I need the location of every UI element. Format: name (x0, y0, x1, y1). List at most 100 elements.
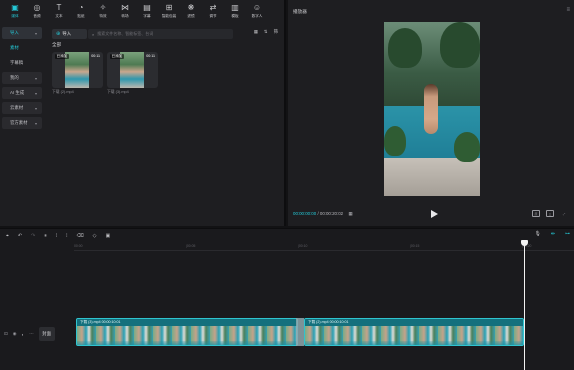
ruler-tick: 00:00 (74, 244, 83, 248)
media-icon: ▣ (11, 3, 19, 12)
sort-button[interactable]: ⇅ (264, 29, 268, 35)
added-tag: 已添加 (55, 54, 69, 59)
player-panel: 播放器 ≡ 00:00:00:00 / 00:00:20:02 ▦ 原 ◻ ⤢ (288, 0, 574, 226)
snapshot-icon[interactable]: ◻ (546, 210, 554, 217)
side-nav-label: 字幕稿 (10, 60, 24, 65)
import-button[interactable]: ⊕ 导入 (52, 29, 87, 39)
side-nav-item[interactable]: 导入 ▾ (2, 27, 42, 39)
split-icon[interactable]: ⏸ (44, 233, 47, 239)
snap-icon[interactable]: ⊶ (565, 231, 570, 237)
delete-icon[interactable]: ⌫ (77, 233, 84, 239)
side-nav-label: 云素材 (10, 105, 24, 110)
fullscreen-icon[interactable]: ⤢ (560, 210, 568, 217)
import-label: 导入 (62, 31, 71, 36)
side-nav-label: 导入 (10, 30, 19, 35)
timeline-clip[interactable]: 下载 (2).mp4 00:00:10:01 (304, 318, 524, 346)
plant-shape (454, 132, 480, 162)
toolbar-tab-adjust[interactable]: ⇄ 调节 (202, 0, 224, 22)
link-icon[interactable]: ⇹ (551, 231, 555, 237)
side-nav-label: 我的 (10, 75, 19, 80)
smart-pack-icon: ⊞ (165, 3, 173, 12)
asset-toolbar: ▣ 媒体 ◎ 音频 T 文本 ◔ 贴纸 ✧ 特效 ⋈ 转场 ▤ 字幕 ⊞ 智能包装 ❋ 滤镜 ⇄ 调节 ▥ 模板 ☺ 数字人 (0, 0, 286, 22)
more-icon[interactable]: ⋯ (29, 331, 33, 337)
grid-view-icon[interactable]: ▦ (254, 29, 258, 35)
side-nav-item[interactable]: 官方素材 ▾ (2, 117, 42, 129)
ruler-tick: |00:10 (298, 244, 308, 248)
player-right-controls: 原 ◻ ⤢ (532, 210, 568, 217)
toolbar-tab-caption[interactable]: ▤ 字幕 (136, 0, 158, 22)
avatar-icon: ☺ (252, 3, 262, 12)
media-clip-card[interactable]: 已添加 00:11 (52, 52, 103, 88)
undo-icon[interactable]: ↶ (18, 233, 22, 239)
clip-label: 下载 (3).mp4 00:00:10:01 (77, 319, 297, 326)
toolbar-tab-text[interactable]: T 文本 (48, 0, 70, 22)
duration-tag: 00:11 (91, 54, 100, 58)
search-icon: ⌕ (92, 31, 95, 37)
timeline-clip[interactable]: 下载 (3).mp4 00:00:10:01 (76, 318, 298, 346)
toolbar-tab-smart-pack[interactable]: ⊞ 智能包装 (158, 0, 180, 22)
lock-icon[interactable]: ⊡ (4, 331, 8, 337)
sticker-icon: ◔ (78, 3, 84, 12)
media-panel: ▣ 媒体 ◎ 音频 T 文本 ◔ 贴纸 ✧ 特效 ⋈ 转场 ▤ 字幕 ⊞ 智能包装 ❋ 滤镜 ⇄ 调节 ▥ 模板 ☺ 数字人 … (0, 0, 286, 226)
text-icon: T (56, 3, 62, 12)
toolbar-tab-label: 调节 (209, 14, 217, 18)
clip-name: 下载 (2).mp4 (52, 90, 74, 94)
toolbar-tab-label: 字幕 (143, 14, 151, 18)
menu-icon[interactable]: ≡ (566, 7, 570, 13)
clip-filmstrip (77, 326, 297, 345)
player-title: 播放器 (293, 9, 307, 14)
toolbar-tab-filter[interactable]: ❋ 滤镜 (180, 0, 202, 22)
crop-icon[interactable]: ▣ (105, 233, 110, 239)
search-input[interactable]: ⌕ 搜索文件名称、智能标签、台词 (88, 29, 233, 39)
toolbar-tab-label: 数字人 (251, 14, 263, 18)
player-controls: 00:00:00:00 / 00:00:20:02 ▦ 原 ◻ ⤢ (288, 206, 574, 224)
time-ruler: 00:00 |00:05 |00:10 |00:15 |00:20 (74, 243, 574, 251)
toolbar-tab-transition[interactable]: ⋈ 转场 (114, 0, 136, 22)
filter-icon: ❋ (187, 3, 195, 12)
chevron-down-icon: ▾ (34, 30, 37, 36)
toolbar-tab-label: 智能包装 (161, 14, 177, 18)
split-left-icon[interactable]: ⁞ (56, 233, 57, 239)
list-tools: ▦ ⇅ 筛 (254, 29, 278, 35)
microphone-icon[interactable]: 🎙 (534, 231, 540, 237)
clip-transition-marker[interactable] (296, 318, 304, 346)
toolbar-tab-avatar[interactable]: ☺ 数字人 (246, 0, 268, 22)
toolbar-tab-sticker[interactable]: ◔ 贴纸 (70, 0, 92, 22)
filter-button[interactable]: 筛 (274, 29, 278, 35)
chevron-down-icon: ▾ (34, 120, 37, 126)
template-icon: ▥ (231, 3, 239, 12)
side-nav-item[interactable]: 云素材 ▾ (2, 102, 42, 114)
toolbar-tab-label: 贴纸 (77, 14, 85, 18)
toolbar-tab-template[interactable]: ▥ 模板 (224, 0, 246, 22)
ruler-tick: |00:15 (410, 244, 420, 248)
person-figure (424, 84, 438, 134)
media-clip-card[interactable]: 已添加 00:11 (107, 52, 158, 88)
side-nav-item[interactable]: 我的 ▾ (2, 72, 42, 84)
toolbar-tab-effects[interactable]: ✧ 特效 (92, 0, 114, 22)
timeline-grid-icon[interactable]: ▦ (348, 211, 352, 216)
side-nav-item[interactable]: AI 生成 ▾ (2, 87, 42, 99)
toolbar-tab-media[interactable]: ▣ 媒体 (4, 0, 26, 22)
side-nav-item[interactable]: 字幕稿 (2, 57, 42, 69)
play-icon[interactable] (430, 210, 438, 218)
toolbar-tab-label: 特效 (99, 14, 107, 18)
timeline-panel: ⌖ ↶ ↷ ⏸ ⁞ ⁞ ⌫ ◇ ▣ 🎙 ⇹ ⊶ 00:00 |00:05 |00… (0, 228, 574, 370)
marker-icon[interactable]: ◇ (93, 233, 97, 239)
eye-icon[interactable]: ◉ (13, 331, 17, 337)
preview-deck (384, 157, 480, 196)
playhead[interactable] (524, 241, 525, 370)
cover-button[interactable]: 封面 (38, 327, 55, 341)
mute-icon[interactable]: ◐ (22, 332, 25, 337)
chevron-down-icon: ▾ (34, 105, 37, 111)
split-right-icon[interactable]: ⁞ (66, 233, 67, 239)
timecode: 00:00:00:00 / 00:00:20:02 ▦ (293, 211, 353, 216)
toolbar-tab-audio[interactable]: ◎ 音频 (26, 0, 48, 22)
effects-icon: ✧ (99, 3, 107, 12)
side-nav-item[interactable]: 素材 (2, 42, 42, 54)
side-nav: 导入 ▾ 素材 字幕稿 我的 ▾ AI 生成 ▾ 云素材 ▾ 官方素材 ▾ (0, 24, 44, 226)
select-cursor-icon[interactable]: ⌖ (6, 233, 9, 239)
palm-shape (388, 28, 422, 68)
redo-icon[interactable]: ↷ (31, 233, 35, 239)
ratio-icon[interactable]: 原 (532, 210, 540, 217)
total-time: 00:00:20:02 (319, 211, 344, 216)
